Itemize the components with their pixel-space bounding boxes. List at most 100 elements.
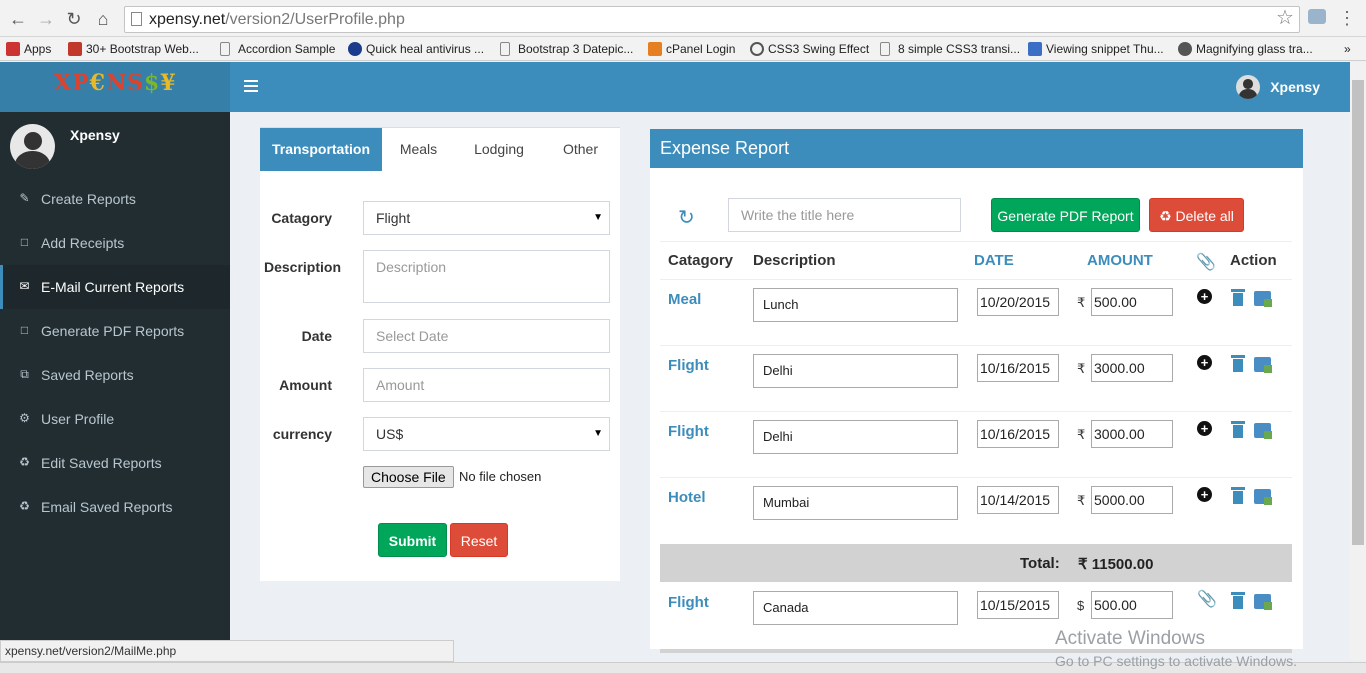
- category-select[interactable]: Flight ▼: [363, 201, 610, 235]
- trash-icon[interactable]: [1231, 289, 1245, 306]
- row-description[interactable]: Mumbai: [753, 486, 958, 520]
- row-amount[interactable]: 3000.00: [1091, 354, 1173, 382]
- generate-pdf-button[interactable]: Generate PDF Report: [991, 198, 1140, 232]
- amount-input[interactable]: Amount: [363, 368, 610, 402]
- trash-icon[interactable]: [1231, 355, 1245, 372]
- row-category[interactable]: Flight: [668, 357, 709, 374]
- save-icon[interactable]: [1254, 489, 1272, 505]
- row-amount[interactable]: 500.00: [1091, 591, 1173, 619]
- sidebar-item-saved-reports[interactable]: ⧉ Saved Reports: [0, 353, 230, 397]
- sidebar-toggle-icon[interactable]: [244, 80, 258, 92]
- bookmark-item[interactable]: Quick heal antivirus ...: [348, 40, 484, 58]
- row-amount[interactable]: 5000.00: [1091, 486, 1173, 514]
- trash-icon: ♻: [19, 455, 30, 469]
- bookmark-item[interactable]: CSS3 Swing Effect: [750, 40, 869, 58]
- reload-icon[interactable]: ↻: [64, 9, 84, 29]
- url-path: /version2/UserProfile.php: [225, 11, 405, 28]
- row-date[interactable]: 10/16/2015: [977, 420, 1059, 448]
- plus-circle-icon[interactable]: +: [1197, 355, 1212, 370]
- bookmark-star-icon[interactable]: ☆: [1276, 8, 1294, 28]
- date-input[interactable]: Select Date: [363, 319, 610, 353]
- sidebar-item-generate-pdf-reports[interactable]: □ Generate PDF Reports: [0, 309, 230, 353]
- row-description[interactable]: Delhi: [753, 354, 958, 388]
- report-title-input[interactable]: Write the title here: [728, 198, 961, 232]
- choose-file-button[interactable]: Choose File: [363, 466, 454, 488]
- tab-meals[interactable]: Meals: [382, 128, 455, 171]
- save-icon[interactable]: [1254, 594, 1272, 610]
- refresh-icon[interactable]: ↻: [678, 208, 698, 228]
- browser-menu-icon[interactable]: ⋮: [1338, 8, 1356, 29]
- apps-icon: [6, 42, 20, 56]
- column-amount[interactable]: AMOUNT: [1087, 252, 1153, 269]
- cpanel-icon: [648, 42, 662, 56]
- sidebar-item-add-receipts[interactable]: □ Add Receipts: [0, 221, 230, 265]
- plus-circle-icon[interactable]: +: [1197, 289, 1212, 304]
- scrollbar-thumb[interactable]: [1352, 80, 1364, 545]
- trash-icon[interactable]: [1231, 487, 1245, 504]
- home-icon[interactable]: ⌂: [93, 9, 113, 29]
- chevron-down-icon: ▼: [593, 428, 603, 439]
- bookmark-item[interactable]: Accordion Sample: [220, 40, 335, 58]
- app-logo[interactable]: XP€NS$¥: [54, 70, 177, 96]
- bookmark-apps[interactable]: Apps: [6, 40, 51, 58]
- row-category[interactable]: Flight: [668, 423, 709, 440]
- bookmark-item[interactable]: Magnifying glass tra...: [1178, 40, 1313, 58]
- row-description[interactable]: Canada: [753, 591, 958, 625]
- bookmarks-overflow-icon[interactable]: »: [1344, 40, 1351, 58]
- logo-area[interactable]: XP€NS$¥: [0, 62, 230, 112]
- divider: [660, 241, 1292, 242]
- activation-watermark: Activate Windows Go to PC settings to ac…: [1055, 628, 1297, 672]
- sidebar-item-edit-saved-reports[interactable]: ♻ Edit Saved Reports: [0, 441, 230, 485]
- divider: [660, 279, 1292, 280]
- currency-select[interactable]: US$ ▼: [363, 417, 610, 451]
- save-icon[interactable]: [1254, 423, 1272, 439]
- row-description[interactable]: Delhi: [753, 420, 958, 454]
- column-date[interactable]: DATE: [974, 252, 1014, 269]
- sidebar-item-create-reports[interactable]: ✎ Create Reports: [0, 177, 230, 221]
- trash-icon[interactable]: [1231, 421, 1245, 438]
- sidebar-item-email-saved-reports[interactable]: ♻ Email Saved Reports: [0, 485, 230, 529]
- row-date[interactable]: 10/14/2015: [977, 486, 1059, 514]
- bookmark-item[interactable]: cPanel Login: [648, 40, 735, 58]
- bookmark-item[interactable]: Viewing snippet Thu...: [1028, 40, 1164, 58]
- page-scrollbar[interactable]: [1350, 62, 1366, 660]
- row-amount[interactable]: 500.00: [1091, 288, 1173, 316]
- forward-icon[interactable]: →: [36, 9, 56, 29]
- tab-other[interactable]: Other: [543, 128, 618, 171]
- trash-icon[interactable]: [1231, 592, 1245, 609]
- row-date[interactable]: 10/15/2015: [977, 591, 1059, 619]
- user-menu[interactable]: Xpensy: [1236, 75, 1320, 99]
- envelope-icon: ✉: [19, 279, 30, 293]
- save-icon[interactable]: [1254, 291, 1272, 307]
- bookmark-item[interactable]: Bootstrap 3 Datepic...: [500, 40, 633, 58]
- row-description[interactable]: Lunch: [753, 288, 958, 322]
- camera-extension-icon[interactable]: [1308, 9, 1326, 24]
- description-textarea[interactable]: Description: [363, 250, 610, 303]
- column-category: Catagory: [668, 252, 734, 269]
- bookmark-item[interactable]: 30+ Bootstrap Web...: [68, 40, 199, 58]
- row-category[interactable]: Flight: [668, 594, 709, 611]
- plus-circle-icon[interactable]: +: [1197, 487, 1212, 502]
- bookmark-item[interactable]: 8 simple CSS3 transi...: [880, 40, 1020, 58]
- address-bar[interactable]: xpensy.net/version2/UserProfile.php: [124, 6, 1300, 33]
- sidebar-item-user-profile[interactable]: ⚙ User Profile: [0, 397, 230, 441]
- delete-all-button[interactable]: ♻ Delete all: [1149, 198, 1244, 232]
- row-category[interactable]: Hotel: [668, 489, 706, 506]
- sidebar-item-email-current-reports[interactable]: ✉ E-Mail Current Reports: [0, 265, 230, 309]
- tab-transportation[interactable]: Transportation: [260, 128, 382, 171]
- row-date[interactable]: 10/20/2015: [977, 288, 1059, 316]
- row-currency: $: [1077, 598, 1085, 613]
- user-panel: Xpensy: [10, 124, 220, 174]
- bookmark-label: 8 simple CSS3 transi...: [898, 42, 1021, 56]
- submit-button[interactable]: Submit: [378, 523, 447, 557]
- plus-circle-icon[interactable]: +: [1197, 421, 1212, 436]
- save-icon[interactable]: [1254, 357, 1272, 373]
- bookmark-label: CSS3 Swing Effect: [768, 42, 870, 56]
- row-amount[interactable]: 3000.00: [1091, 420, 1173, 448]
- tab-lodging[interactable]: Lodging: [455, 128, 543, 171]
- row-category[interactable]: Meal: [668, 291, 701, 308]
- paperclip-icon[interactable]: 📎: [1197, 589, 1217, 609]
- reset-button[interactable]: Reset: [450, 523, 508, 557]
- row-date[interactable]: 10/16/2015: [977, 354, 1059, 382]
- back-icon[interactable]: ←: [8, 9, 28, 29]
